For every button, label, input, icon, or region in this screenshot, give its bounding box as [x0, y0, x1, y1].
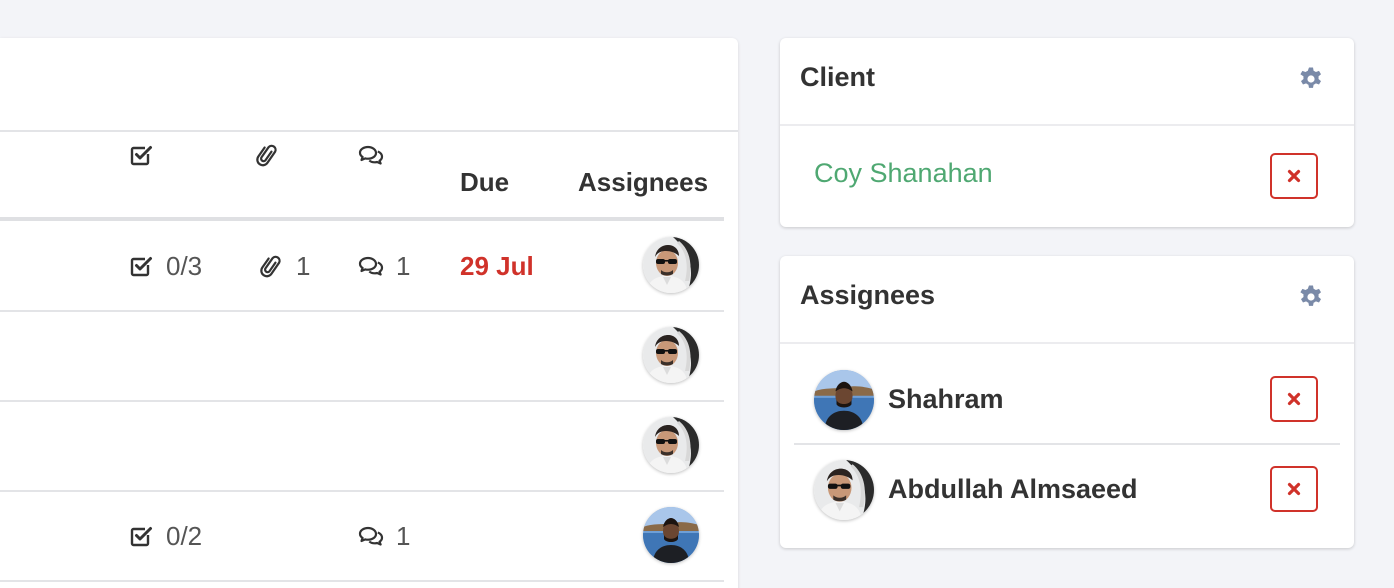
check-square-icon	[128, 253, 154, 279]
row-1-due-date: 29 Jul	[460, 250, 534, 281]
client-card-title: Client	[800, 62, 876, 92]
client-name-link[interactable]: Coy Shanahan	[814, 158, 993, 189]
column-header-due[interactable]: Due	[460, 157, 509, 207]
check-square-icon	[128, 523, 154, 549]
avatar[interactable]	[643, 507, 699, 563]
column-header-comments[interactable]	[358, 130, 384, 180]
comment-count: 1	[396, 250, 411, 281]
row-divider	[0, 400, 724, 402]
gear-icon[interactable]	[1298, 66, 1324, 92]
avatar[interactable]	[643, 327, 699, 383]
column-header-attachments[interactable]	[254, 130, 280, 180]
checklist-count: 0/2	[166, 520, 203, 551]
column-header-assignees[interactable]: Assignees	[578, 157, 708, 207]
remove-assignee-button[interactable]	[1270, 466, 1318, 512]
remove-assignee-button[interactable]	[1270, 376, 1318, 422]
check-square-icon	[128, 142, 154, 168]
remove-client-button[interactable]	[1270, 153, 1318, 199]
row-1-comments: 1	[358, 246, 410, 286]
assignee-name: Shahram	[888, 384, 1004, 414]
task-list-panel	[0, 38, 738, 588]
row-divider	[0, 490, 724, 492]
comment-count: 1	[396, 520, 411, 551]
column-header-checklist[interactable]	[128, 130, 154, 180]
assignees-card: Assignees Shahram Abdullah Almsaeed	[780, 256, 1354, 548]
avatar[interactable]	[814, 460, 874, 520]
card-divider	[780, 124, 1354, 126]
comments-icon	[358, 523, 384, 549]
assignee-name: Abdullah Almsaeed	[888, 474, 1138, 504]
row-divider	[0, 310, 724, 312]
table-header-divider	[0, 217, 724, 221]
client-card: Client Coy Shanahan	[780, 38, 1354, 227]
assignee-divider	[794, 443, 1340, 445]
checklist-count: 0/3	[166, 250, 203, 281]
avatar[interactable]	[643, 417, 699, 473]
row-4-comments: 1	[358, 516, 410, 556]
row-1-attachments: 1	[258, 246, 310, 286]
times-icon	[1287, 169, 1301, 183]
row-4-checklist: 0/2	[128, 516, 202, 556]
row-divider	[0, 580, 724, 582]
avatar[interactable]	[643, 237, 699, 293]
paperclip-icon	[258, 253, 284, 279]
times-icon	[1287, 482, 1301, 496]
comments-icon	[358, 253, 384, 279]
gear-icon[interactable]	[1298, 284, 1324, 310]
row-1-checklist: 0/3	[128, 246, 202, 286]
times-icon	[1287, 392, 1301, 406]
attachment-count: 1	[296, 250, 311, 281]
avatar[interactable]	[814, 370, 874, 430]
assignees-card-title: Assignees	[800, 280, 936, 310]
card-divider	[780, 342, 1354, 344]
comments-icon	[358, 142, 384, 168]
paperclip-icon	[254, 142, 280, 168]
